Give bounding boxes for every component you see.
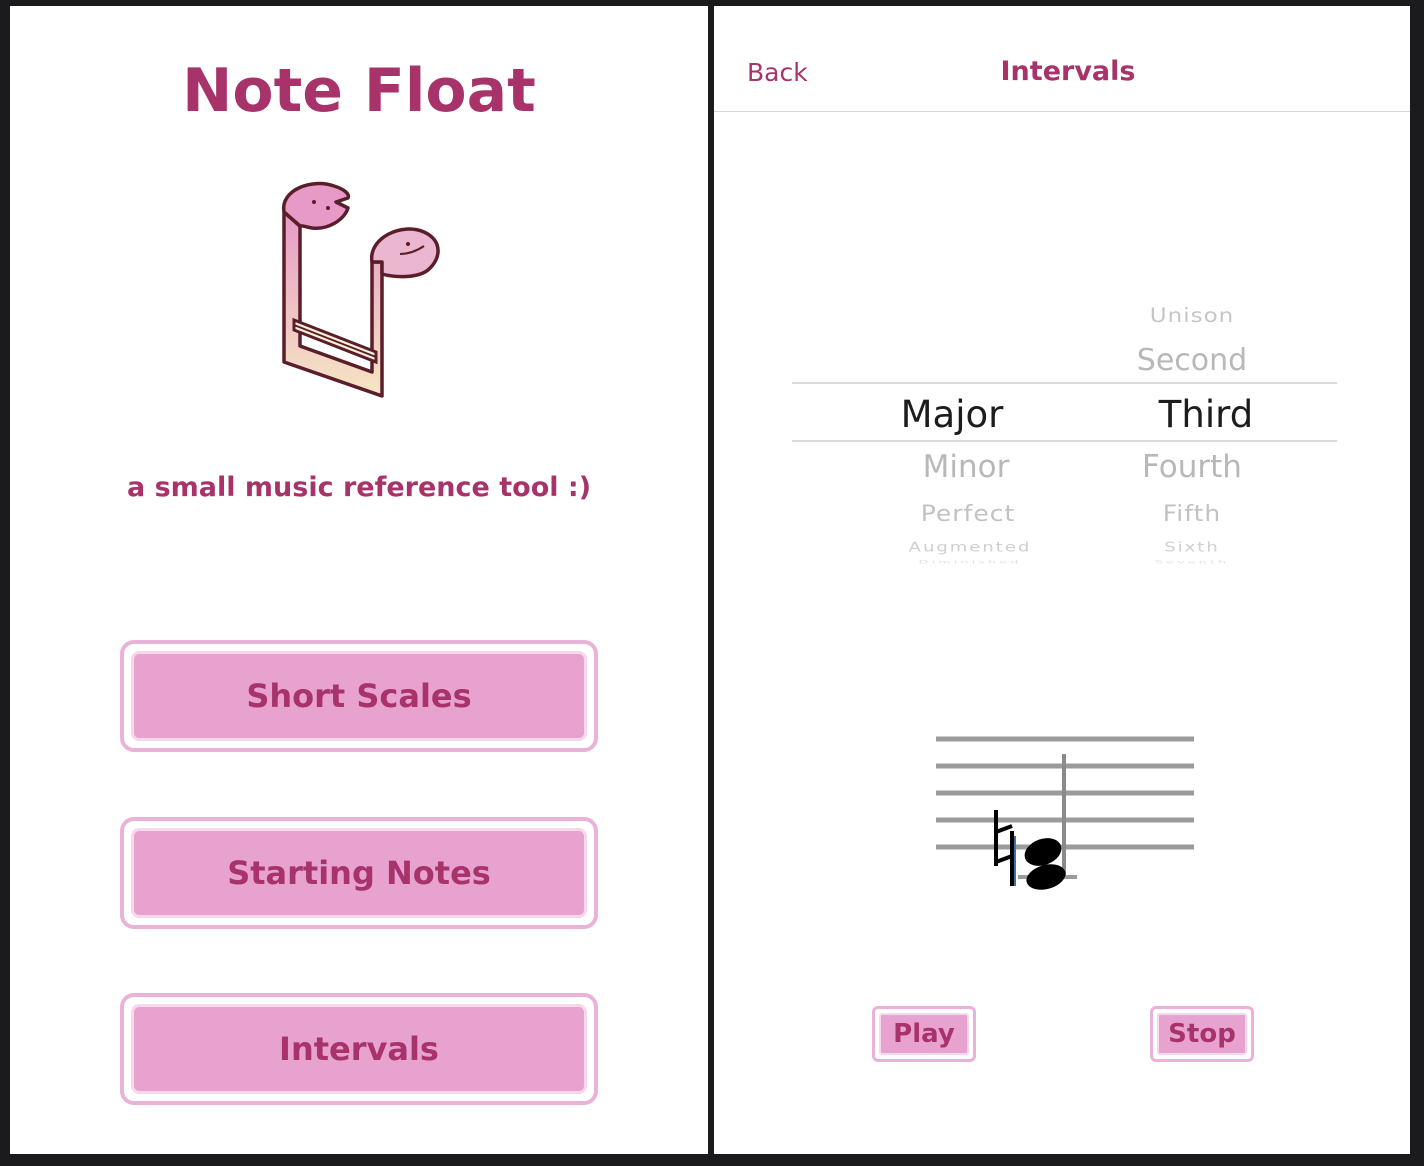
short-scales-button[interactable]: Short Scales: [120, 640, 598, 752]
intervals-button[interactable]: Intervals: [120, 993, 598, 1105]
stop-button[interactable]: Stop: [1150, 1006, 1254, 1062]
picker-number-option[interactable]: Second: [1062, 343, 1322, 378]
short-scales-label: Short Scales: [246, 677, 472, 715]
picker-number-option[interactable]: Unison: [1062, 305, 1322, 327]
intervals-label: Intervals: [279, 1030, 439, 1068]
music-note-mascot-icon: [282, 181, 440, 398]
play-label: Play: [893, 1019, 955, 1049]
picker-number-option[interactable]: Fourth: [1062, 449, 1322, 485]
navigation-bar: Back Intervals: [714, 6, 1410, 112]
picker-selection-top-line: [792, 382, 1337, 384]
picker-number-option[interactable]: Fifth: [1062, 500, 1322, 526]
picker-number-selected[interactable]: Third: [1076, 393, 1336, 436]
play-button[interactable]: Play: [872, 1006, 976, 1062]
picker-quality-selected[interactable]: Major: [812, 393, 1092, 436]
app-title: Note Float: [182, 56, 536, 126]
intervals-screen: Back Intervals Major Minor Perfect Augme…: [714, 6, 1410, 1154]
starting-notes-button[interactable]: Starting Notes: [120, 817, 598, 929]
nav-title: Intervals: [1000, 56, 1136, 87]
starting-notes-button-face[interactable]: Starting Notes: [131, 828, 587, 918]
starting-notes-label: Starting Notes: [227, 854, 491, 892]
home-screen: Note Float a small music reference tool …: [10, 6, 708, 1154]
picker-number-option[interactable]: Sixth: [1062, 540, 1322, 555]
play-button-face[interactable]: Play: [879, 1013, 969, 1055]
tagline: a small music reference tool :): [126, 472, 592, 503]
stop-button-face[interactable]: Stop: [1157, 1013, 1247, 1055]
interval-picker[interactable]: Major Minor Perfect Augmented Diminished…: [792, 281, 1337, 571]
interval-staff-icon: [936, 736, 1194, 890]
picker-number-option[interactable]: Seventh: [1062, 560, 1322, 565]
picker-selection-bottom-line: [792, 440, 1337, 442]
short-scales-button-face[interactable]: Short Scales: [131, 651, 587, 741]
intervals-button-face[interactable]: Intervals: [131, 1004, 587, 1094]
stop-label: Stop: [1168, 1019, 1236, 1049]
